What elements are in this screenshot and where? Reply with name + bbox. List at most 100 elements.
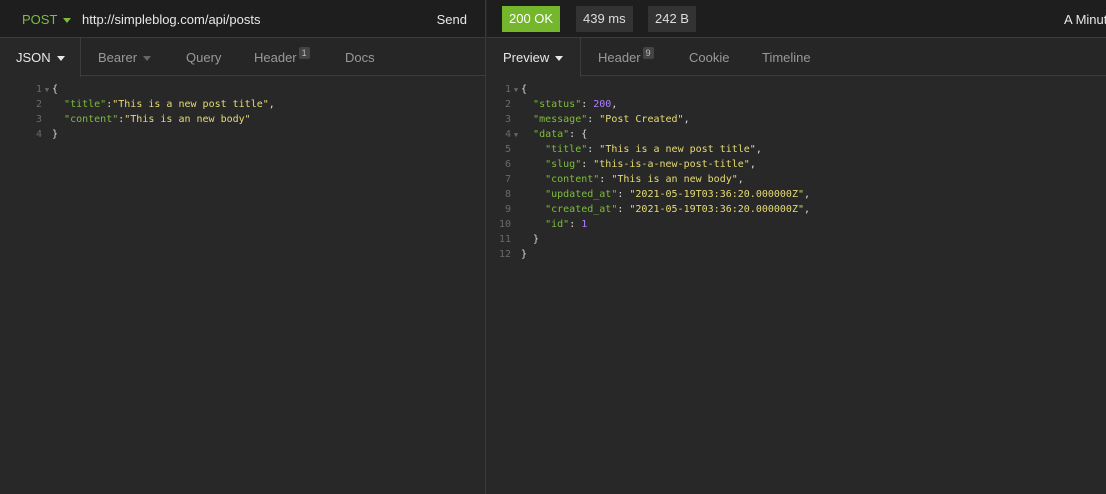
json-punctuation: : xyxy=(617,204,630,215)
json-number: 200 xyxy=(593,99,612,110)
response-pane: 200 OK 439 ms 242 B A Minute Ago Preview… xyxy=(487,0,1106,494)
tab-header[interactable]: Header 1 xyxy=(254,47,310,65)
code-line: 3 "message": "Post Created", xyxy=(499,112,810,127)
chevron-down-icon xyxy=(63,18,72,24)
tab-query[interactable]: Query xyxy=(186,50,221,65)
line-number: 7 xyxy=(504,174,511,185)
fold-arrow-icon[interactable]: ▼ xyxy=(511,128,521,143)
json-key: "created_at" xyxy=(545,204,618,215)
json-punctuation: : xyxy=(599,174,612,185)
line-number: 9 xyxy=(504,204,511,215)
tab-json[interactable]: JSON xyxy=(16,50,65,65)
status-badge: 200 OK xyxy=(502,6,561,32)
line-number: 4 xyxy=(504,129,511,140)
response-tabs: Preview Header 9 Cookie Timeline xyxy=(487,38,1106,77)
code-line: 6 "slug": "this-is-a-new-post-title", xyxy=(499,157,810,172)
json-key: "status" xyxy=(533,99,582,110)
code-line: 9 "created_at": "2021-05-19T03:36:20.000… xyxy=(499,202,810,217)
tab-docs[interactable]: Docs xyxy=(345,50,375,65)
json-punctuation xyxy=(521,99,533,110)
tab-label: Bearer xyxy=(98,50,138,65)
json-punctuation xyxy=(521,174,545,185)
method-dropdown[interactable]: POST xyxy=(22,12,72,27)
fold-arrow-icon[interactable]: ▼ xyxy=(511,83,521,98)
fold-gutter xyxy=(511,173,521,188)
line-number: 3 xyxy=(35,114,42,125)
json-punctuation: : xyxy=(581,159,594,170)
line-number: 10 xyxy=(499,219,512,230)
json-punctuation: } xyxy=(521,249,528,260)
line-number: 12 xyxy=(499,249,512,260)
json-punctuation xyxy=(521,219,545,230)
fold-gutter xyxy=(511,113,521,128)
json-punctuation: { xyxy=(521,84,528,95)
send-button[interactable]: Send xyxy=(437,12,467,27)
json-punctuation: : xyxy=(587,144,600,155)
json-key: "message" xyxy=(533,114,588,125)
line-number: 8 xyxy=(504,189,511,200)
line-number: 2 xyxy=(35,99,42,110)
code-line: 2 "title":"This is a new post title", xyxy=(30,97,275,112)
code-line: 2 "status": 200, xyxy=(499,97,810,112)
code-line: 8 "updated_at": "2021-05-19T03:36:20.000… xyxy=(499,187,810,202)
json-key: "title" xyxy=(545,144,588,155)
line-number: 11 xyxy=(499,234,512,245)
fold-gutter xyxy=(42,98,52,113)
fold-gutter xyxy=(511,248,521,263)
fold-gutter xyxy=(42,128,52,143)
request-body-editor[interactable]: 1 ▼{2 "title":"This is a new post title",… xyxy=(30,82,275,142)
json-punctuation: : xyxy=(581,99,594,110)
fold-gutter xyxy=(511,203,521,218)
response-body-viewer: 1 ▼{2 "status": 200, 3 "message": "Post Cr… xyxy=(499,82,810,262)
fold-arrow-icon[interactable]: ▼ xyxy=(42,83,52,98)
fold-gutter xyxy=(42,113,52,128)
json-string: "This is a new post title" xyxy=(599,144,756,155)
tab-label: Header xyxy=(254,50,297,65)
history-dropdown[interactable]: A Minute Ago xyxy=(1064,12,1106,27)
json-punctuation xyxy=(521,114,533,125)
line-number: 5 xyxy=(504,144,511,155)
code-line: 1 ▼{ xyxy=(30,82,275,97)
tabs-background xyxy=(581,38,1106,75)
code-line: 3 "content":"This is an new body" xyxy=(30,112,275,127)
line-number: 6 xyxy=(504,159,511,170)
tab-label: Header xyxy=(598,50,641,65)
line-number: 1 xyxy=(35,84,42,95)
tab-timeline[interactable]: Timeline xyxy=(762,50,811,65)
code-line: 5 "title": "This is a new post title", xyxy=(499,142,810,157)
fold-gutter xyxy=(511,143,521,158)
header-count-badge: 1 xyxy=(298,47,310,59)
tab-preview[interactable]: Preview xyxy=(503,50,564,65)
code-line: 10 "id": 1 xyxy=(499,217,810,232)
request-pane: POST http://simpleblog.com/api/posts Sen… xyxy=(0,0,486,494)
url-input[interactable]: http://simpleblog.com/api/posts xyxy=(82,12,260,27)
json-punctuation: : xyxy=(569,219,582,230)
tab-cookie[interactable]: Cookie xyxy=(689,50,729,65)
fold-gutter xyxy=(511,218,521,233)
json-punctuation: : xyxy=(617,189,630,200)
json-string: "2021-05-19T03:36:20.000000Z" xyxy=(629,204,804,215)
json-string: "2021-05-19T03:36:20.000000Z" xyxy=(629,189,804,200)
fold-gutter xyxy=(511,158,521,173)
json-punctuation: , xyxy=(683,114,690,125)
json-punctuation: } xyxy=(521,234,540,245)
json-punctuation: , xyxy=(268,99,275,110)
code-line: 4 } xyxy=(30,127,275,142)
tab-header[interactable]: Header 9 xyxy=(598,47,654,65)
tab-label: Preview xyxy=(503,50,550,65)
line-number: 2 xyxy=(504,99,511,110)
json-punctuation: , xyxy=(749,159,756,170)
json-key: "data" xyxy=(533,129,570,140)
json-key: "id" xyxy=(545,219,570,230)
line-number: 1 xyxy=(504,84,511,95)
tab-bearer[interactable]: Bearer xyxy=(98,50,152,65)
response-status-bar: 200 OK 439 ms 242 B A Minute Ago xyxy=(487,0,1106,38)
chevron-down-icon xyxy=(143,56,152,62)
time-badge: 439 ms xyxy=(576,6,633,32)
json-punctuation xyxy=(521,144,545,155)
json-number: 1 xyxy=(581,219,588,230)
method-label: POST xyxy=(22,12,58,27)
json-punctuation xyxy=(521,159,545,170)
code-line: 4 ▼ "data": { xyxy=(499,127,810,142)
json-string: "This is an new body" xyxy=(124,114,251,125)
